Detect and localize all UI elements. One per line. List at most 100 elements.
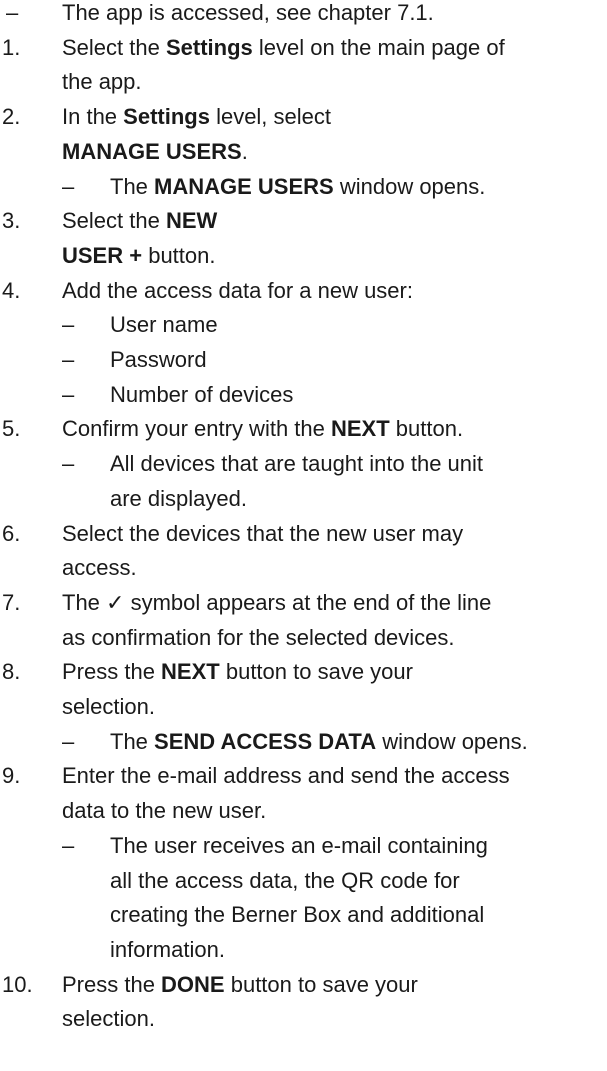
emphasis-text: SEND ACCESS DATA bbox=[154, 728, 377, 754]
text-run: button. bbox=[142, 242, 216, 268]
bullet-dash: – bbox=[62, 381, 75, 407]
emphasis-text: MANAGE USERS bbox=[62, 138, 242, 164]
instruction-line: creating the Berner Box and additional bbox=[0, 898, 603, 933]
step-number: 1. bbox=[2, 34, 21, 60]
emphasis-text: MANAGE USERS bbox=[154, 173, 334, 199]
step-number: 2. bbox=[2, 104, 21, 130]
instruction-text: Press the DONE button to save your bbox=[62, 968, 418, 1002]
instruction-line: 10. Press the DONE button to save your bbox=[0, 968, 603, 1003]
instruction-text: as confirmation for the selected devices… bbox=[62, 621, 455, 655]
instruction-line: the app. bbox=[0, 65, 603, 100]
text-run: The user receives an e-mail containing bbox=[110, 832, 488, 858]
emphasis-text: DONE bbox=[161, 971, 225, 997]
bullet-dash: – bbox=[62, 312, 75, 338]
text-run: In the bbox=[62, 104, 124, 130]
instruction-line: are displayed. bbox=[0, 482, 603, 517]
instruction-line: – The app is accessed, see chapter 7.1. bbox=[0, 0, 603, 31]
instruction-text: data to the new user. bbox=[62, 794, 266, 828]
text-run: button. bbox=[389, 416, 464, 442]
instruction-text: the app. bbox=[62, 65, 142, 99]
instruction-line: – Number of devices bbox=[0, 378, 603, 413]
bullet-dash: – bbox=[62, 451, 75, 477]
text-run: the app. bbox=[62, 69, 142, 95]
instruction-text: selection. bbox=[62, 1002, 155, 1036]
text-run: access. bbox=[62, 555, 137, 581]
instruction-text: Add the access data for a new user: bbox=[62, 274, 413, 308]
text-run: Confirm your entry with the bbox=[62, 416, 331, 442]
instruction-text: USER + button. bbox=[62, 239, 215, 273]
instruction-line: selection. bbox=[0, 1002, 603, 1037]
text-run: button to save your bbox=[219, 659, 413, 685]
instruction-text: MANAGE USERS. bbox=[62, 135, 248, 169]
instruction-line: all the access data, the QR code for bbox=[0, 864, 603, 899]
instruction-text: The user receives an e-mail containing bbox=[110, 829, 488, 863]
text-run: Enter the e-mail address and send the ac… bbox=[62, 763, 510, 789]
step-number: 10. bbox=[2, 971, 33, 997]
instruction-text: Enter the e-mail address and send the ac… bbox=[62, 759, 510, 793]
instruction-line: 5. Confirm your entry with the NEXT butto… bbox=[0, 412, 603, 447]
instruction-text: selection. bbox=[62, 690, 155, 724]
text-run: Select the bbox=[62, 208, 166, 234]
emphasis-text: USER + bbox=[62, 242, 143, 268]
step-number: 8. bbox=[2, 659, 21, 685]
text-run: Press the bbox=[62, 659, 162, 685]
step-number: 3. bbox=[2, 208, 21, 234]
instruction-text: Number of devices bbox=[110, 378, 293, 412]
emphasis-text: Settings bbox=[165, 34, 253, 60]
text-run: The bbox=[110, 728, 155, 754]
bullet-dash: – bbox=[6, 0, 19, 25]
instruction-line: 1. Select the Settings level on the main … bbox=[0, 31, 603, 66]
instruction-line: USER + button. bbox=[0, 239, 603, 274]
instruction-line: MANAGE USERS. bbox=[0, 135, 603, 170]
step-number: 6. bbox=[2, 520, 21, 546]
instruction-line: 8. Press the NEXT button to save your bbox=[0, 655, 603, 690]
instruction-line: 7. The ✓ symbol appears at the end of the… bbox=[0, 586, 603, 621]
instruction-text: Password bbox=[110, 343, 207, 377]
text-run: creating the Berner Box and additional bbox=[110, 902, 485, 928]
step-number: 9. bbox=[2, 763, 21, 789]
instruction-text: information. bbox=[110, 933, 225, 967]
instruction-text: all the access data, the QR code for bbox=[110, 864, 460, 898]
instruction-text: Select the NEW bbox=[62, 204, 217, 238]
text-run: information. bbox=[110, 936, 225, 962]
instruction-text: In the Settings level, select bbox=[62, 100, 331, 134]
text-run: selection. bbox=[62, 1006, 155, 1032]
instruction-line: – User name bbox=[0, 308, 603, 343]
instruction-text: The app is accessed, see chapter 7.1. bbox=[62, 0, 434, 30]
step-number: 5. bbox=[2, 416, 21, 442]
instruction-line: data to the new user. bbox=[0, 794, 603, 829]
text-run: selection. bbox=[62, 694, 155, 719]
text-run: Select the devices that the new user may bbox=[62, 520, 464, 546]
instruction-line: information. bbox=[0, 933, 603, 968]
instruction-line: 9. Enter the e-mail address and send the … bbox=[0, 759, 603, 794]
bullet-dash: – bbox=[62, 347, 75, 372]
emphasis-text: NEW bbox=[165, 208, 218, 234]
text-run: Press the bbox=[62, 971, 162, 997]
text-run: Password bbox=[110, 347, 207, 372]
instruction-text: The MANAGE USERS window opens. bbox=[110, 170, 485, 204]
instruction-line: access. bbox=[0, 551, 603, 586]
instruction-text: Press the NEXT button to save your bbox=[62, 655, 413, 689]
text-run: The ✓ symbol appears at the end of the l… bbox=[62, 589, 492, 615]
text-run: . bbox=[241, 138, 248, 164]
instruction-line: selection. bbox=[0, 690, 603, 725]
emphasis-text: NEXT bbox=[161, 659, 220, 685]
text-run: all the access data, the QR code for bbox=[110, 867, 460, 893]
text-run: as confirmation for the selected devices… bbox=[62, 624, 455, 650]
instruction-line: as confirmation for the selected devices… bbox=[0, 621, 603, 656]
step-number: 7. bbox=[2, 589, 21, 615]
instruction-line: 6. Select the devices that the new user m… bbox=[0, 517, 603, 552]
instruction-text: Select the devices that the new user may bbox=[62, 517, 463, 551]
text-run: window opens. bbox=[333, 173, 486, 199]
text-run: The app is accessed, see chapter 7.1. bbox=[62, 0, 434, 25]
instruction-line: 4. Add the access data for a new user: bbox=[0, 274, 603, 309]
instruction-text: The ✓ symbol appears at the end of the l… bbox=[62, 586, 491, 620]
text-run: level on the main page of bbox=[252, 34, 505, 60]
instruction-text: Select the Settings level on the main pa… bbox=[62, 31, 505, 65]
instruction-line: – Password bbox=[0, 343, 603, 378]
instruction-text: The SEND ACCESS DATA window opens. bbox=[110, 725, 528, 759]
instruction-line: – All devices that are taught into the un… bbox=[0, 447, 603, 482]
bullet-dash: – bbox=[62, 728, 75, 754]
emphasis-text: Settings bbox=[123, 104, 210, 130]
instruction-line: – The SEND ACCESS DATA window opens. bbox=[0, 725, 603, 760]
